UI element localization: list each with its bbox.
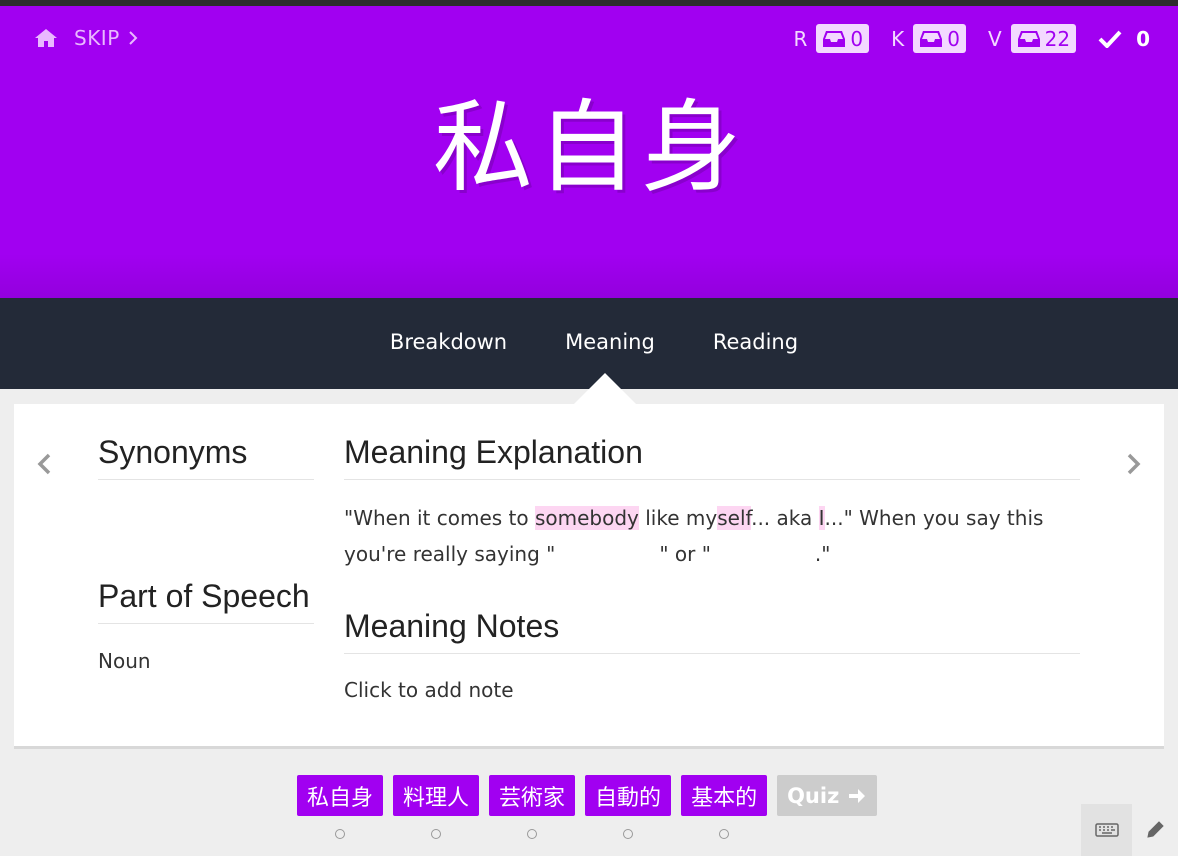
prev-arrow-icon[interactable] — [36, 448, 52, 483]
highlight-segment: somebody — [534, 506, 639, 530]
stats: R 0 K 0 V 22 0 — [793, 24, 1150, 53]
text-segment: ... aka — [751, 506, 819, 530]
stat-radicals: R 0 — [793, 24, 870, 53]
quiz-item: Quiz — [777, 775, 878, 839]
batch-item-button[interactable]: 基本的 — [681, 775, 768, 816]
progress-dot — [431, 829, 442, 839]
batch-item-button[interactable]: 私自身 — [297, 775, 384, 816]
completed-value: 0 — [1136, 26, 1150, 51]
nav-left: SKIP — [34, 26, 138, 50]
batch-item: 料理人 — [393, 775, 480, 839]
meaning-explanation-text: "When it comes to somebody like myself..… — [344, 500, 1080, 572]
stat-kanji: K 0 — [891, 24, 966, 53]
highlight-segment: self — [717, 506, 752, 530]
main-column: Meaning Explanation "When it comes to so… — [344, 434, 1080, 702]
stat-badge: 0 — [913, 24, 966, 53]
tab-reading[interactable]: Reading — [703, 330, 798, 354]
batch-item: 私自身 — [297, 775, 384, 839]
batch-item-button[interactable]: 芸術家 — [489, 775, 576, 816]
stat-vocabulary: V 22 — [987, 24, 1077, 53]
home-icon[interactable] — [34, 28, 58, 48]
tabs: Breakdown Meaning Reading — [0, 330, 1178, 354]
arrow-right-icon — [849, 788, 866, 803]
quiz-label: Quiz — [787, 783, 840, 808]
inbox-icon — [1017, 30, 1040, 47]
inbox-icon — [823, 30, 846, 47]
batch-item: 基本的 — [681, 775, 768, 839]
batch-item-button[interactable]: 料理人 — [393, 775, 480, 816]
tab-meaning[interactable]: Meaning — [555, 330, 655, 354]
stat-count: 0 — [947, 26, 960, 51]
progress-dot — [527, 829, 538, 839]
part-of-speech-title: Part of Speech — [98, 578, 314, 624]
pencil-icon[interactable] — [1145, 820, 1165, 844]
meaning-notes-title: Meaning Notes — [344, 608, 1080, 654]
quiz-button[interactable]: Quiz — [777, 775, 878, 816]
stat-badge: 22 — [1010, 24, 1077, 53]
active-tab-pointer — [572, 373, 638, 406]
chevron-right-icon — [129, 31, 138, 45]
stat-count: 22 — [1044, 26, 1071, 51]
progress-dot — [719, 829, 730, 839]
batch-item: 自動的 — [585, 775, 672, 839]
lesson-batch: 私自身 料理人 芸術家 自動的 基本的 Quiz — [297, 775, 878, 839]
text-segment: " or " — [659, 542, 711, 566]
tab-breakdown[interactable]: Breakdown — [380, 330, 507, 354]
vocabulary-character: 私自身 — [433, 89, 745, 206]
meaning-card: Synonyms Part of Speech Noun Meaning Exp… — [14, 404, 1164, 746]
meaning-explanation-title: Meaning Explanation — [344, 434, 1080, 480]
stat-label: R — [793, 26, 808, 51]
keyboard-icon — [1094, 823, 1119, 837]
side-column: Synonyms Part of Speech Noun — [98, 434, 314, 673]
keyboard-shortcuts-button[interactable] — [1081, 804, 1132, 856]
stat-badge: 0 — [816, 24, 870, 53]
add-note-link[interactable]: Click to add note — [344, 678, 1080, 702]
inbox-icon — [920, 30, 943, 47]
batch-item: 芸術家 — [489, 775, 576, 839]
skip-label: SKIP — [74, 26, 120, 50]
progress-dot — [623, 829, 634, 839]
next-arrow-icon[interactable] — [1126, 448, 1142, 483]
text-segment: "When it comes to — [344, 506, 535, 530]
text-segment: like my — [638, 506, 718, 530]
synonyms-title: Synonyms — [98, 434, 314, 480]
stat-count: 0 — [850, 26, 864, 51]
batch-item-button[interactable]: 自動的 — [585, 775, 672, 816]
part-of-speech-value: Noun — [98, 649, 151, 673]
stat-label: V — [987, 26, 1002, 51]
progress-dot — [335, 829, 345, 839]
completed-count: 0 — [1098, 27, 1150, 51]
skip-button[interactable]: SKIP — [74, 26, 138, 50]
checkmark-icon — [1098, 30, 1122, 48]
text-segment: ." — [814, 542, 831, 566]
header: SKIP R 0 K 0 V 22 0 私自身 — [0, 6, 1178, 298]
stat-label: K — [891, 26, 905, 51]
